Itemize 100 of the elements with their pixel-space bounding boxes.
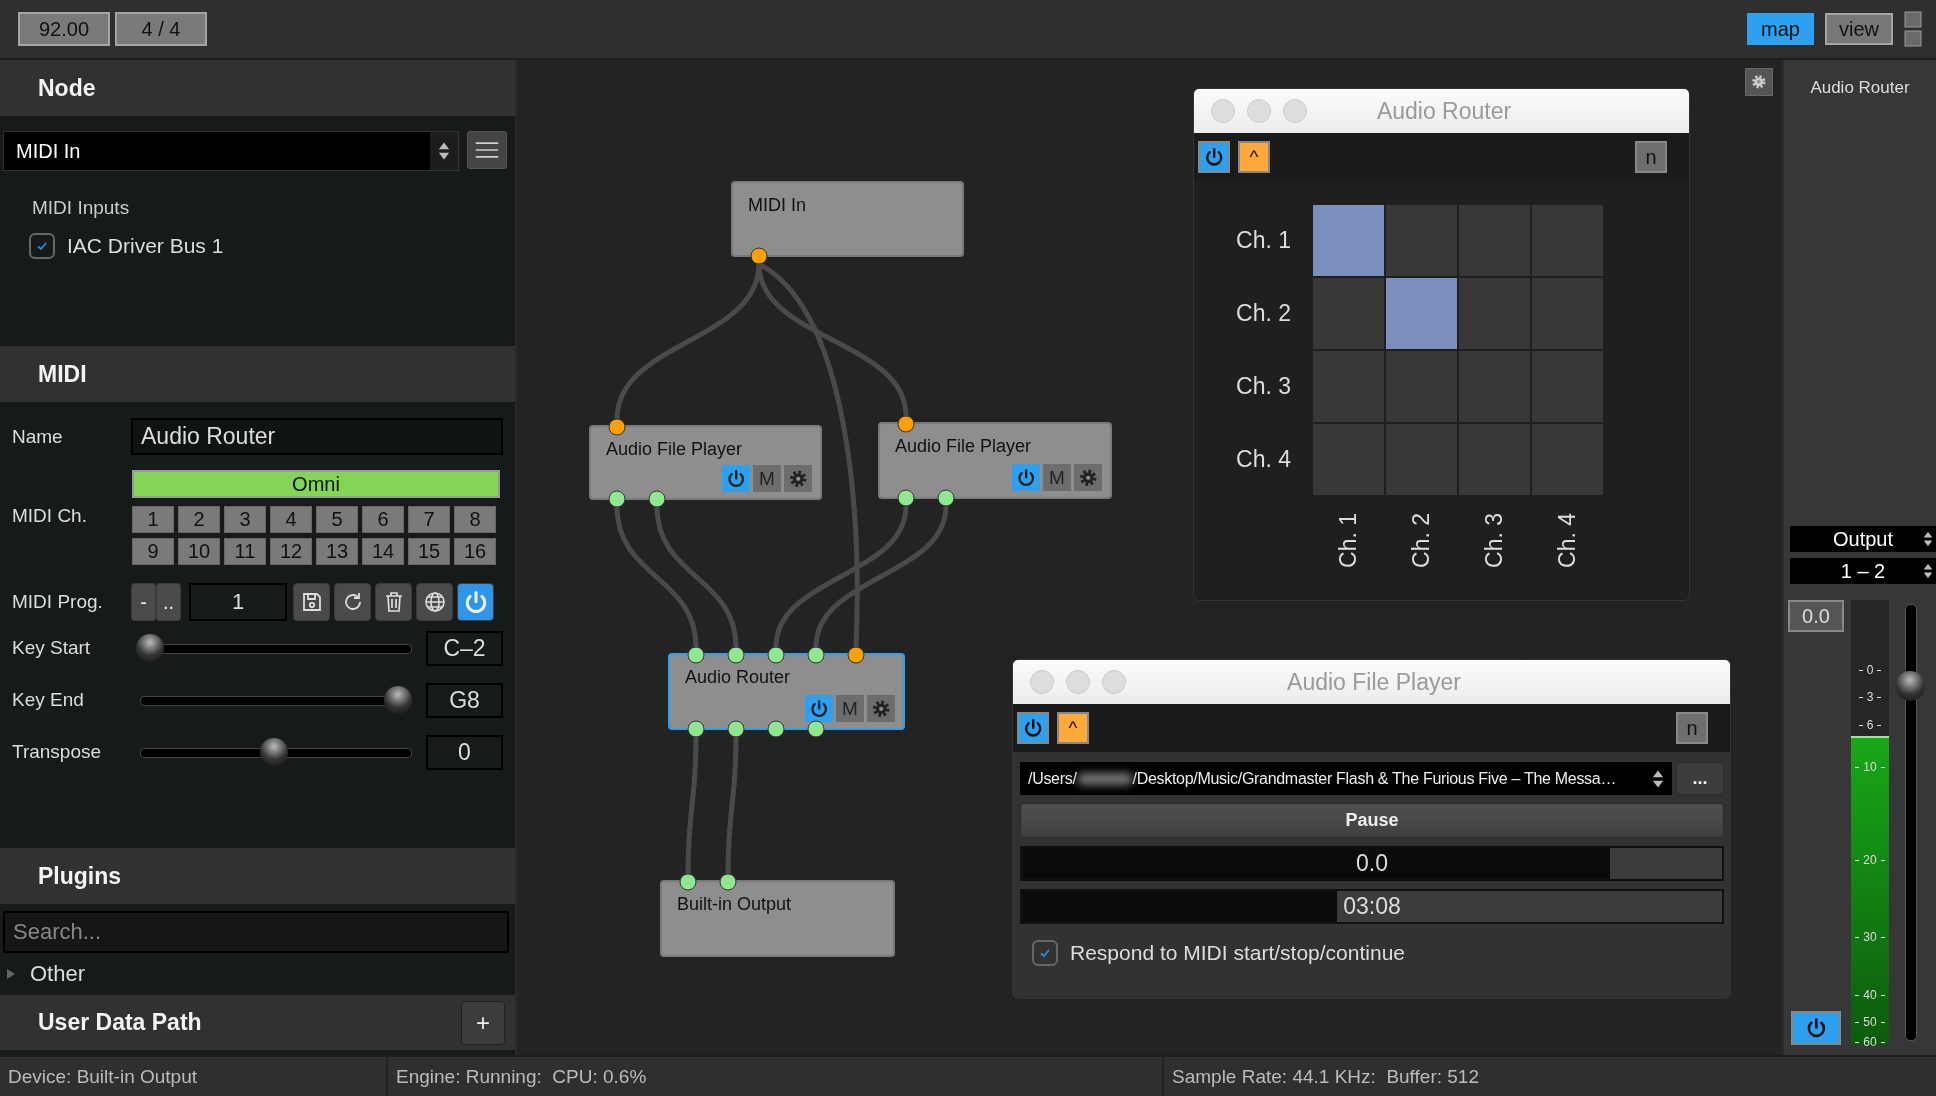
settings-button[interactable] — [784, 465, 812, 492]
output-port[interactable] — [648, 490, 666, 508]
output-port[interactable] — [767, 720, 785, 738]
output-select[interactable]: Output — [1790, 526, 1936, 552]
position-slider[interactable]: 03:08 — [1020, 889, 1724, 924]
channel-button[interactable]: 8 — [454, 506, 496, 533]
channel-button[interactable]: 15 — [408, 538, 450, 565]
matrix-cell[interactable] — [1532, 351, 1603, 422]
input-port[interactable] — [847, 646, 865, 664]
channel-button[interactable]: 7 — [408, 506, 450, 533]
output-port[interactable] — [937, 489, 955, 507]
channel-button[interactable]: 2 — [178, 506, 220, 533]
matrix-cell[interactable] — [1313, 205, 1384, 276]
pause-button[interactable]: Pause — [1020, 803, 1724, 838]
gain-slider[interactable]: 0.0 — [1020, 846, 1724, 881]
power-button[interactable] — [1791, 1011, 1841, 1045]
matrix-cell[interactable] — [1313, 424, 1384, 495]
input-port[interactable] — [767, 646, 785, 664]
save-button[interactable] — [293, 583, 330, 621]
output-port[interactable] — [750, 247, 768, 265]
program-step-button[interactable]: - — [131, 583, 156, 621]
value-field[interactable]: 0 — [426, 734, 503, 770]
node-select[interactable]: MIDI In — [3, 131, 459, 171]
channel-button[interactable]: 4 — [270, 506, 312, 533]
power-button[interactable] — [1012, 464, 1040, 491]
raise-button[interactable]: ^ — [1238, 141, 1270, 173]
matrix-cell[interactable] — [1532, 205, 1603, 276]
globe-button[interactable] — [416, 583, 453, 621]
power-button[interactable] — [1198, 141, 1230, 173]
channel-select[interactable]: 1 – 2 — [1790, 558, 1936, 584]
channel-button[interactable]: 16 — [454, 538, 496, 565]
matrix-cell[interactable] — [1459, 205, 1530, 276]
settings-button[interactable] — [1074, 464, 1102, 491]
matrix-cell[interactable] — [1313, 278, 1384, 349]
name-field[interactable]: Audio Router — [131, 418, 503, 455]
graph-node[interactable]: Audio Router M — [668, 653, 905, 730]
graph-node[interactable]: Audio File Player M — [589, 425, 822, 500]
delete-button[interactable] — [375, 583, 412, 621]
channel-button[interactable]: 11 — [224, 538, 266, 565]
matrix-cell[interactable] — [1386, 424, 1457, 495]
matrix-cell[interactable] — [1386, 351, 1457, 422]
matrix-cell[interactable] — [1459, 351, 1530, 422]
output-port[interactable] — [727, 720, 745, 738]
matrix-cell[interactable] — [1386, 278, 1457, 349]
input-port[interactable] — [719, 873, 737, 891]
channel-button[interactable]: 12 — [270, 538, 312, 565]
settings-button[interactable] — [1745, 68, 1773, 96]
channel-button[interactable]: 13 — [316, 538, 358, 565]
search-field[interactable]: Search... — [3, 911, 509, 953]
layout-icon[interactable] — [1904, 10, 1922, 48]
checkbox[interactable] — [29, 233, 55, 259]
section-header[interactable]: Plugins — [0, 848, 515, 904]
mute-button[interactable]: M — [836, 695, 864, 722]
view-tab[interactable]: view — [1825, 13, 1893, 45]
slider-thumb[interactable] — [260, 738, 288, 766]
n-button[interactable]: n — [1676, 712, 1708, 744]
output-port[interactable] — [687, 720, 705, 738]
channel-button[interactable]: 6 — [362, 506, 404, 533]
matrix-cell[interactable] — [1459, 424, 1530, 495]
range-slider[interactable] — [136, 634, 412, 662]
mute-button[interactable]: M — [753, 465, 781, 492]
channel-button[interactable]: 9 — [132, 538, 174, 565]
power-button[interactable] — [457, 583, 494, 621]
slider-thumb[interactable] — [136, 634, 164, 662]
input-port[interactable] — [687, 646, 705, 664]
slider-thumb[interactable] — [384, 686, 412, 714]
program-step-button[interactable]: .. — [156, 583, 181, 621]
gain-field[interactable]: 0.0 — [1788, 600, 1844, 632]
channel-button[interactable]: 1 — [132, 506, 174, 533]
n-button[interactable]: n — [1635, 141, 1667, 173]
input-port[interactable] — [897, 415, 915, 433]
graph-node[interactable]: Built-in Output — [660, 880, 895, 957]
program-field[interactable]: 1 — [189, 583, 287, 621]
tree-item[interactable]: Other — [0, 953, 86, 995]
matrix-cell[interactable] — [1313, 351, 1384, 422]
section-header[interactable]: User Data Path + — [0, 995, 515, 1050]
file-select[interactable]: /Users/ /Desktop/Music/Grandmaster Flash & The Furious Five – The Messa… — [1020, 762, 1672, 795]
input-port[interactable] — [807, 646, 825, 664]
input-port[interactable] — [608, 418, 626, 436]
matrix-cell[interactable] — [1532, 278, 1603, 349]
mute-button[interactable]: M — [1043, 464, 1071, 491]
channel-button[interactable]: 5 — [316, 506, 358, 533]
fader-thumb[interactable] — [1895, 670, 1925, 701]
settings-button[interactable] — [867, 695, 895, 722]
input-port[interactable] — [727, 646, 745, 664]
graph-node[interactable]: Audio File Player M — [878, 422, 1112, 499]
value-field[interactable]: C–2 — [426, 630, 503, 666]
omni-button[interactable]: Omni — [132, 470, 500, 498]
reload-button[interactable] — [334, 583, 371, 621]
channel-button[interactable]: 10 — [178, 538, 220, 565]
view-tab[interactable]: map — [1747, 13, 1814, 45]
browse-button[interactable]: ... — [1676, 762, 1724, 795]
section-header[interactable]: MIDI — [0, 346, 515, 402]
raise-button[interactable]: ^ — [1057, 712, 1089, 744]
menu-button[interactable] — [467, 131, 507, 169]
channel-button[interactable]: 3 — [224, 506, 266, 533]
output-port[interactable] — [897, 489, 915, 507]
graph-node[interactable]: MIDI In — [731, 181, 964, 257]
matrix-cell[interactable] — [1459, 278, 1530, 349]
tempo-field[interactable]: 92.00 — [18, 12, 110, 46]
